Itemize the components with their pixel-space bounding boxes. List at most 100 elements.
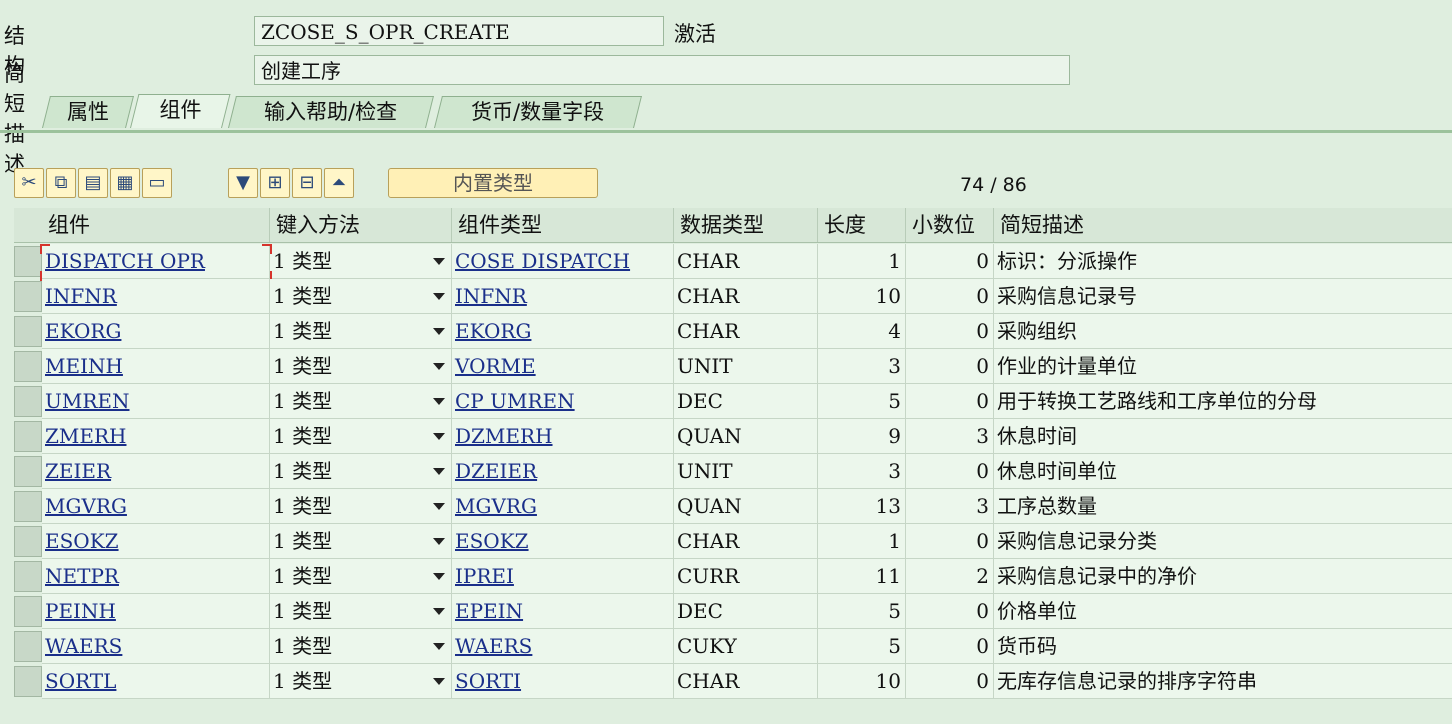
row-selector[interactable] [14, 561, 42, 592]
dropdown-arrow-icon[interactable] [433, 258, 445, 265]
row-selector[interactable] [14, 421, 42, 452]
typing-method-cell[interactable]: 1 类型 [270, 629, 452, 664]
tab-input-help-check[interactable]: 输入帮助/检查 [228, 96, 434, 128]
component-name-cell[interactable]: PEINH [42, 594, 270, 629]
table-append-icon[interactable]: ⊟ [292, 168, 322, 198]
dropdown-arrow-icon[interactable] [433, 468, 445, 475]
structure-name-field[interactable]: ZCOSE_S_OPR_CREATE [254, 16, 664, 46]
dropdown-arrow-icon[interactable] [433, 328, 445, 335]
row-selector[interactable] [14, 281, 42, 312]
component-name-cell[interactable]: ZEIER [42, 454, 270, 489]
dropdown-arrow-icon[interactable] [433, 678, 445, 685]
delete-row-icon[interactable]: ▭ [142, 168, 172, 198]
table-row[interactable]: UMREN 1 类型 CP UMREN DEC 5 0 用于转换工艺路线和工序单位的分母 [14, 384, 1452, 419]
table-row[interactable]: NETPR 1 类型 IPREI CURR 11 2 采购信息记录中的净价 [14, 559, 1452, 594]
dropdown-arrow-icon[interactable] [433, 503, 445, 510]
col-header-decimals[interactable]: 小数位 [906, 208, 994, 242]
component-name-cell[interactable]: INFNR [42, 279, 270, 314]
row-selector[interactable] [14, 351, 42, 382]
table-row[interactable]: PEINH 1 类型 EPEIN DEC 5 0 价格单位 [14, 594, 1452, 629]
tab-components[interactable]: 组件 [130, 94, 231, 128]
dropdown-arrow-icon[interactable] [433, 608, 445, 615]
component-name-cell[interactable]: ESOKZ [42, 524, 270, 559]
collapse-up-icon[interactable]: ⏶ [324, 168, 354, 198]
typing-method-cell[interactable]: 1 类型 [270, 524, 452, 559]
table-row[interactable]: MEINH 1 类型 VORME UNIT 3 0 作业的计量单位 [14, 349, 1452, 384]
typing-method-cell[interactable]: 1 类型 [270, 664, 452, 699]
typing-method-cell[interactable]: 1 类型 [270, 349, 452, 384]
tab-currency-quantity-fields[interactable]: 货币/数量字段 [434, 96, 642, 128]
insert-row-icon[interactable]: ▦ [110, 168, 140, 198]
row-selector[interactable] [14, 666, 42, 697]
dropdown-arrow-icon[interactable] [433, 363, 445, 370]
filter-icon[interactable]: ▼ [228, 168, 258, 198]
paste-icon[interactable]: ▤ [78, 168, 108, 198]
typing-method-cell[interactable]: 1 类型 [270, 594, 452, 629]
table-row[interactable]: INFNR 1 类型 INFNR CHAR 10 0 采购信息记录号 [14, 279, 1452, 314]
dropdown-arrow-icon[interactable] [433, 643, 445, 650]
copy-icon[interactable]: ⧉ [46, 168, 76, 198]
typing-method-cell[interactable]: 1 类型 [270, 489, 452, 524]
table-row[interactable]: WAERS 1 类型 WAERS CUKY 5 0 货币码 [14, 629, 1452, 664]
component-type-cell[interactable]: ESOKZ [452, 524, 674, 559]
typing-method-cell[interactable]: 1 类型 [270, 244, 452, 279]
row-selector[interactable] [14, 386, 42, 417]
dropdown-arrow-icon[interactable] [433, 538, 445, 545]
component-type-cell[interactable]: COSE DISPATCH [452, 244, 674, 279]
component-type-cell[interactable]: CP UMREN [452, 384, 674, 419]
table-row[interactable]: EKORG 1 类型 EKORG CHAR 4 0 采购组织 [14, 314, 1452, 349]
col-header-short-description[interactable]: 简短描述 [994, 208, 1452, 242]
typing-method-cell[interactable]: 1 类型 [270, 559, 452, 594]
table-row[interactable]: ZEIER 1 类型 DZEIER UNIT 3 0 休息时间单位 [14, 454, 1452, 489]
table-icon[interactable]: ⊞ [260, 168, 290, 198]
component-type-cell[interactable]: VORME [452, 349, 674, 384]
builtin-type-button[interactable]: 内置类型 [388, 168, 598, 198]
component-type-cell[interactable]: WAERS [452, 629, 674, 664]
table-row[interactable]: ESOKZ 1 类型 ESOKZ CHAR 1 0 采购信息记录分类 [14, 524, 1452, 559]
component-name-cell[interactable]: WAERS [42, 629, 270, 664]
dropdown-arrow-icon[interactable] [433, 573, 445, 580]
component-name-cell[interactable]: NETPR [42, 559, 270, 594]
component-name-cell[interactable]: EKORG [42, 314, 270, 349]
component-type-cell[interactable]: IPREI [452, 559, 674, 594]
component-type-cell[interactable]: DZEIER [452, 454, 674, 489]
component-name-cell[interactable]: DISPATCH OPR [42, 244, 270, 279]
col-header-component-type[interactable]: 组件类型 [452, 208, 674, 242]
component-type-cell[interactable]: DZMERH [452, 419, 674, 454]
col-header-length[interactable]: 长度 [818, 208, 906, 242]
dropdown-arrow-icon[interactable] [433, 293, 445, 300]
component-type-cell[interactable]: INFNR [452, 279, 674, 314]
component-type-cell[interactable]: SORTI [452, 664, 674, 699]
col-header-data-type[interactable]: 数据类型 [674, 208, 818, 242]
typing-method-cell[interactable]: 1 类型 [270, 419, 452, 454]
component-type-cell[interactable]: EPEIN [452, 594, 674, 629]
component-type-cell[interactable]: EKORG [452, 314, 674, 349]
component-name-cell[interactable]: MGVRG [42, 489, 270, 524]
col-header-typing-method[interactable]: 键入方法 [270, 208, 452, 242]
row-selector[interactable] [14, 526, 42, 557]
row-selector[interactable] [14, 246, 42, 277]
cut-icon[interactable]: ✂ [14, 168, 44, 198]
short-description-field[interactable]: 创建工序 [254, 55, 1070, 85]
component-name-cell[interactable]: ZMERH [42, 419, 270, 454]
tab-attributes[interactable]: 属性 [42, 96, 134, 128]
component-type-cell[interactable]: MGVRG [452, 489, 674, 524]
typing-method-cell[interactable]: 1 类型 [270, 384, 452, 419]
row-selector[interactable] [14, 491, 42, 522]
table-row[interactable]: MGVRG 1 类型 MGVRG QUAN 13 3 工序总数量 [14, 489, 1452, 524]
typing-method-cell[interactable]: 1 类型 [270, 454, 452, 489]
component-name-cell[interactable]: UMREN [42, 384, 270, 419]
component-name-cell[interactable]: MEINH [42, 349, 270, 384]
component-name-cell[interactable]: SORTL [42, 664, 270, 699]
row-selector[interactable] [14, 316, 42, 347]
typing-method-cell[interactable]: 1 类型 [270, 314, 452, 349]
row-selector[interactable] [14, 596, 42, 627]
dropdown-arrow-icon[interactable] [433, 398, 445, 405]
row-selector[interactable] [14, 631, 42, 662]
dropdown-arrow-icon[interactable] [433, 433, 445, 440]
col-header-component[interactable]: 组件 [42, 208, 270, 242]
row-selector[interactable] [14, 456, 42, 487]
table-row[interactable]: DISPATCH OPR 1 类型 COSE DISPATCH CHAR 1 0 标识：分派… [14, 244, 1452, 281]
typing-method-cell[interactable]: 1 类型 [270, 279, 452, 314]
table-row[interactable]: SORTL 1 类型 SORTI CHAR 10 0 无库存信息记录的排序字符串 [14, 664, 1452, 699]
